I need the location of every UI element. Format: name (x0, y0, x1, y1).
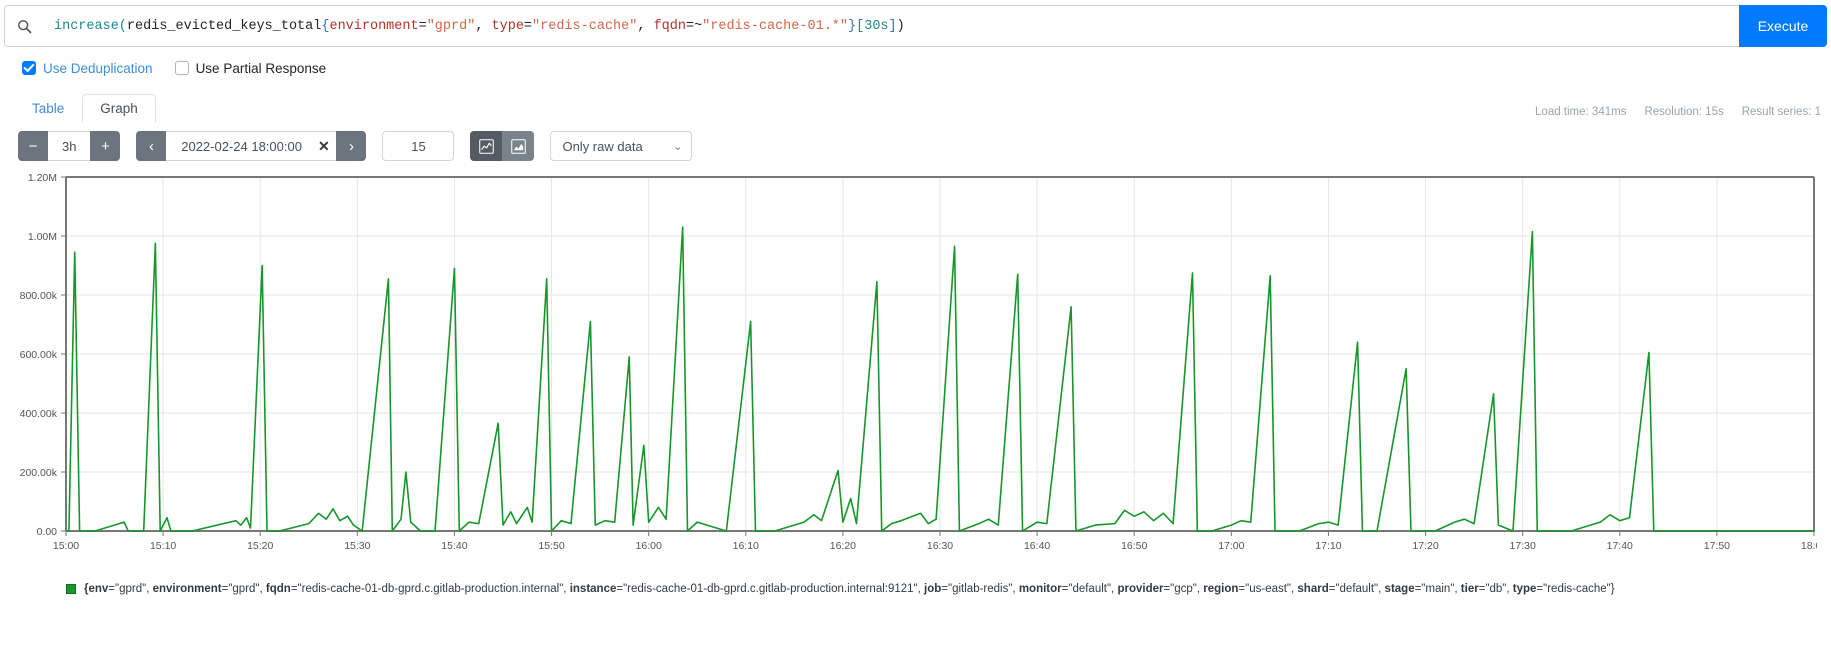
time-series-chart[interactable]: 0.00 200.00k 400.00k 600.00k 800.00k 1.00M 1.2… (14, 169, 1817, 569)
svg-text:16:50: 16:50 (1121, 540, 1147, 552)
legend-color-swatch[interactable] (66, 584, 76, 594)
area-chart-icon[interactable] (502, 131, 535, 161)
checkbox-unchecked-icon[interactable] (174, 61, 189, 75)
use-partial-response-checkbox[interactable]: Use Partial Response (174, 60, 327, 76)
query-input[interactable]: increase(redis_evicted_keys_total{enviro… (44, 5, 1739, 47)
svg-text:1.20M: 1.20M (28, 172, 57, 184)
search-icon (4, 5, 44, 47)
graph-panel[interactable]: 0.00 200.00k 400.00k 600.00k 800.00k 1.00M 1.2… (14, 169, 1817, 569)
end-time-input[interactable]: 2022-02-24 18:00:00 ✕ (166, 131, 337, 161)
svg-text:0.00: 0.00 (37, 526, 58, 538)
end-time-value: 2022-02-24 18:00:00 (181, 138, 302, 154)
svg-text:15:40: 15:40 (441, 540, 467, 552)
svg-text:15:00: 15:00 (53, 540, 79, 552)
range-stepper: − 3h + (18, 131, 121, 161)
checkbox-checked-icon[interactable] (22, 61, 36, 75)
chevron-down-icon: ⌄ (673, 140, 683, 153)
tab-table[interactable]: Table (14, 94, 82, 124)
legend-series-label[interactable]: {env="gprd", environment="gprd", fqdn="r… (84, 583, 1615, 595)
svg-text:200.00k: 200.00k (20, 467, 58, 479)
svg-text:15:10: 15:10 (150, 540, 176, 552)
svg-text:17:20: 17:20 (1412, 540, 1438, 552)
svg-text:16:20: 16:20 (830, 540, 856, 552)
svg-text:17:30: 17:30 (1510, 540, 1536, 552)
line-chart-icon[interactable] (470, 131, 503, 161)
svg-text:16:40: 16:40 (1024, 540, 1050, 552)
data-mode-select[interactable]: Only raw data ⌄ (550, 131, 693, 161)
svg-text:400.00k: 400.00k (20, 408, 58, 420)
tab-graph[interactable]: Graph (82, 93, 156, 123)
time-next-button[interactable]: › (336, 131, 367, 161)
load-time-text: Load time: 341ms (1535, 106, 1627, 118)
range-increase-button[interactable]: + (90, 131, 121, 161)
time-previous-button[interactable]: ‹ (136, 131, 167, 161)
svg-text:1.00M: 1.00M (28, 231, 57, 243)
svg-text:16:30: 16:30 (927, 540, 953, 552)
graph-controls: − 3h + ‹ 2022-02-24 18:00:00 ✕ › 15 Only… (0, 125, 1831, 167)
chart-type-toggle (470, 131, 535, 161)
data-mode-value: Only raw data (562, 138, 643, 154)
svg-text:15:50: 15:50 (538, 540, 564, 552)
svg-text:18:00: 18:00 (1801, 540, 1817, 552)
view-tabs: Table Graph Load time: 341ms Resolution:… (0, 89, 1831, 123)
use-deduplication-checkbox[interactable]: Use Deduplication (22, 61, 153, 76)
svg-text:15:20: 15:20 (247, 540, 273, 552)
svg-text:17:10: 17:10 (1315, 540, 1341, 552)
range-decrease-button[interactable]: − (18, 131, 48, 161)
use-deduplication-label: Use Deduplication (43, 60, 153, 76)
query-meta: Load time: 341ms Resolution: 15s Result … (1535, 106, 1821, 118)
clear-time-icon[interactable]: ✕ (318, 138, 330, 155)
svg-text:17:40: 17:40 (1607, 540, 1633, 552)
execute-button[interactable]: Execute (1739, 5, 1827, 47)
step-input[interactable]: 15 (382, 131, 455, 161)
svg-text:16:00: 16:00 (636, 540, 662, 552)
resolution-text: Resolution: 15s (1644, 106, 1724, 118)
time-navigator: ‹ 2022-02-24 18:00:00 ✕ › (136, 131, 367, 161)
svg-text:600.00k: 600.00k (20, 349, 58, 361)
svg-text:17:00: 17:00 (1218, 540, 1244, 552)
use-partial-response-label: Use Partial Response (195, 60, 327, 76)
svg-text:800.00k: 800.00k (20, 290, 58, 302)
range-value[interactable]: 3h (48, 131, 91, 161)
query-options: Use Deduplication Use Partial Response (0, 53, 1831, 83)
svg-text:15:30: 15:30 (344, 540, 370, 552)
svg-text:17:50: 17:50 (1704, 540, 1730, 552)
chart-legend: {env="gprd", environment="gprd", fqdn="r… (0, 583, 1831, 595)
query-bar: increase(redis_evicted_keys_total{enviro… (4, 5, 1827, 47)
result-series-text: Result series: 1 (1741, 106, 1821, 118)
svg-text:16:10: 16:10 (733, 540, 759, 552)
